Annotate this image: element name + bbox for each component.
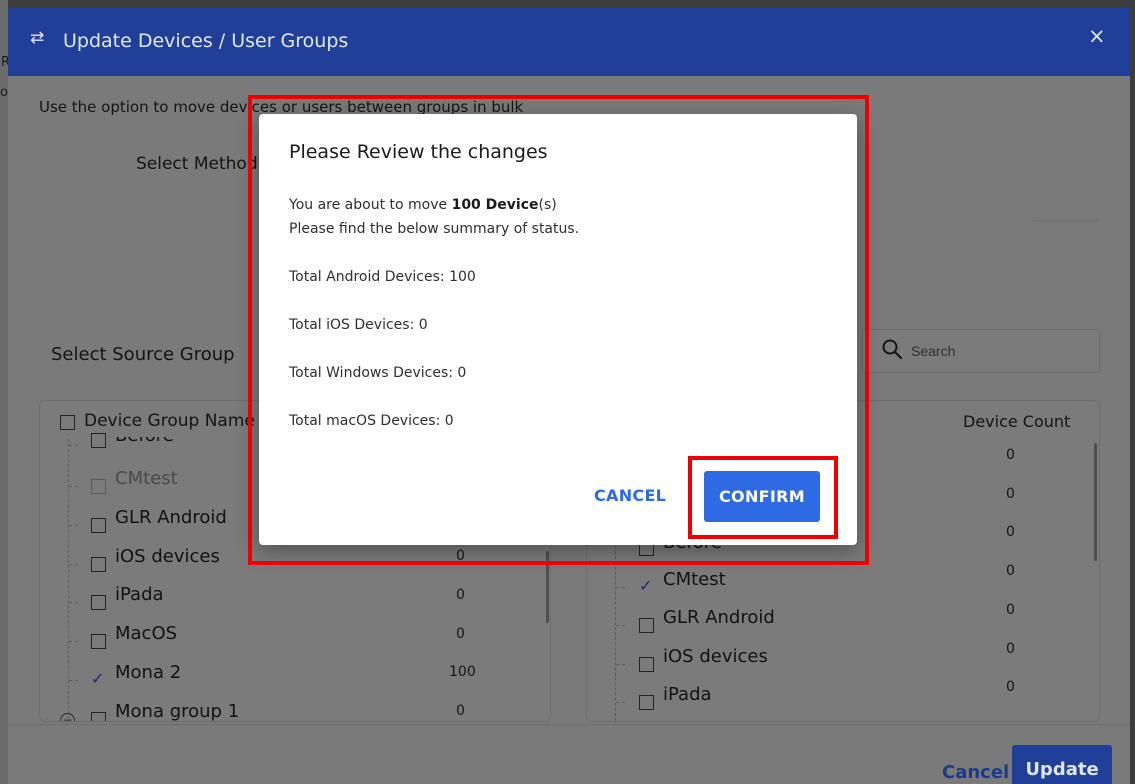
tree-line: [69, 486, 78, 488]
tree-line: [616, 587, 625, 589]
device-count: 0: [456, 703, 465, 719]
device-count: 0: [1006, 641, 1015, 657]
group-label-glr-android: GLR Android: [115, 507, 227, 528]
select-all-checkbox[interactable]: [60, 415, 75, 430]
row-checkbox[interactable]: [91, 712, 106, 721]
device-count: 0: [1006, 679, 1015, 695]
device-count: 0: [1006, 447, 1015, 463]
group-label-ios-devices: iOS devices: [663, 646, 768, 667]
row-checkbox[interactable]: [91, 595, 106, 610]
row-checkbox[interactable]: [91, 433, 106, 448]
row-checkbox[interactable]: [639, 657, 654, 672]
close-icon[interactable]: ×: [1088, 24, 1106, 48]
select-method-label: Select Method: [136, 154, 258, 174]
select-source-group-label: Select Source Group: [51, 344, 235, 365]
search-box[interactable]: [862, 329, 1100, 373]
row-checkbox: [91, 479, 106, 494]
update-button[interactable]: Update: [1012, 745, 1112, 784]
tree-line: [616, 625, 625, 627]
swap-arrows-icon: ⇄: [30, 28, 45, 48]
divider: [1033, 220, 1098, 221]
group-label-macos: MacOS: [115, 623, 178, 644]
device-count: 100: [449, 664, 476, 680]
tree-line: [69, 641, 78, 643]
tree-line: [69, 564, 78, 566]
search-input[interactable]: [909, 339, 1093, 363]
row-checkbox[interactable]: [639, 618, 654, 633]
row-checkbox[interactable]: [91, 518, 106, 533]
tree-line: [69, 602, 78, 604]
device-count: 0: [456, 626, 465, 642]
device-count: 0: [1006, 563, 1015, 579]
footer-divider: [8, 724, 1130, 725]
checkmark-icon[interactable]: ✓: [639, 576, 652, 595]
device-count: 0: [1006, 486, 1015, 502]
scrollbar[interactable]: [1094, 443, 1097, 561]
dialog-header: ⇄ Update Devices / User Groups ×: [8, 8, 1130, 76]
tree-line: [616, 702, 625, 704]
device-count: 0: [456, 587, 465, 603]
group-label-mona-2: Mona 2: [115, 662, 182, 683]
device-count: 0: [1006, 524, 1015, 540]
row-checkbox[interactable]: [91, 557, 106, 572]
group-label-cmtest: CMtest: [663, 569, 726, 590]
device-count: 0: [1006, 602, 1015, 618]
tree-line: [69, 680, 78, 682]
column-header-device-group-name: Device Group Name: [84, 411, 255, 431]
tree-line: [616, 664, 625, 666]
group-label-glr-android: GLR Android: [663, 607, 775, 628]
dialog-title: Update Devices / User Groups: [63, 30, 349, 52]
checkmark-icon[interactable]: ✓: [91, 669, 104, 688]
group-label-ipada: iPada: [115, 584, 164, 605]
collapse-icon[interactable]: −: [60, 713, 75, 721]
row-checkbox[interactable]: [91, 634, 106, 649]
tree-line: [69, 525, 78, 527]
cancel-button[interactable]: Cancel: [942, 762, 1009, 783]
column-header-device-count: Device Count: [963, 412, 1071, 431]
group-label-mona-group-1: Mona group 1: [115, 701, 240, 722]
group-label-cmtest: CMtest: [115, 468, 178, 489]
group-label-ipada: iPada: [663, 684, 712, 705]
highlight-box-confirm: [688, 456, 838, 539]
group-label-ios-devices: iOS devices: [115, 546, 220, 567]
search-icon: [882, 339, 903, 360]
row-checkbox[interactable]: [639, 695, 654, 710]
tree-line: [69, 445, 78, 447]
background-page-edge: R oi: [0, 0, 12, 784]
